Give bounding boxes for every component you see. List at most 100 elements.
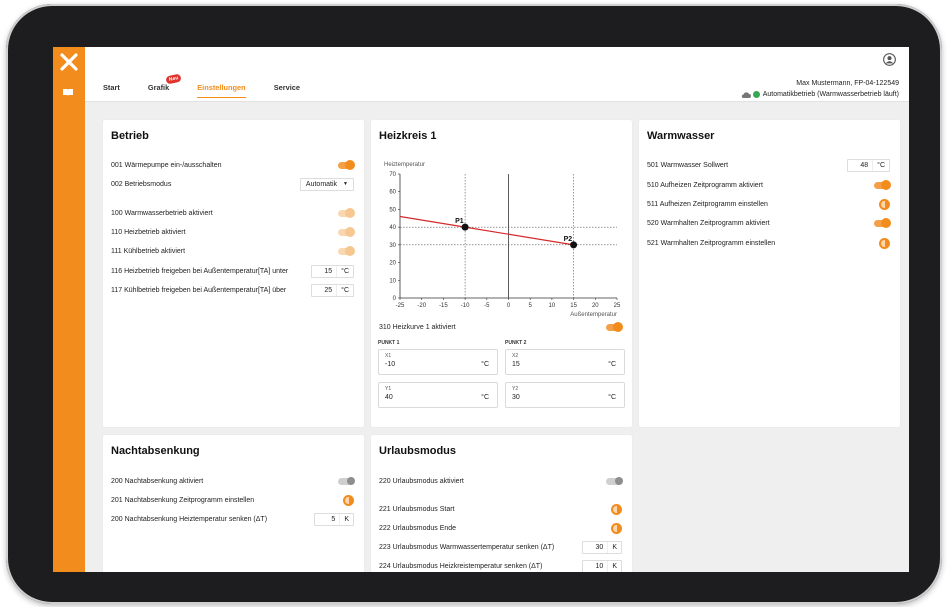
x-tick-label: -15 [439,303,448,309]
field-value: -10 [385,361,396,368]
card-heizkreis: Heizkreis 1 Heiztemperatur Außentemperatu… [371,120,632,427]
card-betrieb: Betrieb 001 Wärmepumpe ein-/ausschalten … [103,120,364,427]
tab-label: Grafik [147,83,170,92]
field-value: 15 [512,361,520,368]
setting-row: 222 Urlaubsmodus Ende [379,521,622,535]
setting-label: 200 Nachtabsenkung aktiviert [111,477,204,485]
top-bar: Start Grafik Neu Einstellungen Service Ma… [85,47,909,102]
setting-label: 002 Betriebsmodus [111,180,172,188]
tab-label: Start [103,83,120,92]
betriebsmodus-select[interactable]: Automatik ▼ [299,177,354,191]
setting-row: 200 Nachtabsenkung aktiviert [111,474,355,488]
setting-row: 110 Heizbetrieb aktiviert [111,225,355,239]
number-input[interactable]: 48 °C [847,158,890,172]
cloud-icon [741,91,751,98]
logo-x-icon[interactable] [60,53,78,71]
card-title: Betrieb [111,130,149,142]
y-tick-label: 30 [389,243,396,249]
book-icon[interactable] [62,88,74,97]
toggle-switch[interactable] [338,208,355,218]
schedule-icon[interactable] [879,237,890,249]
toggle-switch[interactable] [606,477,623,485]
setting-label: 111 Kühlbetrieb aktiviert [111,247,186,255]
number-input[interactable]: 5K [314,512,354,526]
select-value: Automatik [305,180,338,188]
schedule-icon[interactable] [343,494,354,506]
toggle-switch[interactable] [338,246,355,256]
setting-row: 002 Betriebsmodus Automatik ▼ [111,177,354,191]
field-unit: °C [481,394,489,401]
schedule-icon[interactable] [611,503,622,515]
y-tick-label: 0 [393,296,397,302]
setting-row: 221 Urlaubsmodus Start [379,502,622,516]
curve-point-label: P1 [455,218,464,225]
toggle-switch[interactable] [606,322,623,332]
card-title: Nachtabsenkung [111,445,200,457]
x-tick-label: -20 [417,303,426,309]
input-value: 10 [595,562,604,570]
card-nachtabsenkung: Nachtabsenkung 200 Nachtabsenkung aktivi… [103,435,364,572]
toggle-switch[interactable] [874,180,891,190]
input-unit: °C [336,284,353,296]
field-key: X1 [385,353,392,359]
punkt1-x-input[interactable]: X1 -10 °C [378,349,498,375]
tab-grafik[interactable]: Grafik Neu [147,73,182,98]
toggle-switch[interactable] [338,477,355,485]
tablet-frame: Start Grafik Neu Einstellungen Service Ma… [6,4,942,604]
punkt2-x-input[interactable]: X2 15 °C [505,349,625,375]
status-line: Automatikbetrieb (Warmwasserbetrieb läuf… [741,91,899,98]
setting-label: 222 Urlaubsmodus Ende [379,524,457,532]
schedule-icon[interactable] [879,198,890,210]
heizkurve-chart: HeiztemperaturAußentemperatur01020304050… [384,162,621,318]
input-unit: °C [872,159,889,171]
y-axis-label: Heiztemperatur [384,162,425,168]
user-avatar-icon[interactable] [883,53,896,66]
chevron-down-icon: ▼ [343,181,348,187]
new-badge: Neu [165,73,182,85]
number-input[interactable]: 15 °C [311,264,354,278]
punkt1-y-input[interactable]: Y1 40 °C [378,382,498,408]
number-input[interactable]: 30 K [582,540,622,554]
setting-label: 501 Warmwasser Sollwert [647,161,729,169]
setting-row: 100 Warmwasserbetrieb aktiviert [111,206,355,220]
schedule-icon[interactable] [611,522,622,534]
punkt2-y-input[interactable]: Y2 30 °C [505,382,625,408]
input-value: 25 [324,286,333,294]
card-title: Urlaubsmodus [379,445,457,457]
setting-label: 116 Heizbetrieb freigeben bei Außentempe… [111,267,289,275]
setting-label: 223 Urlaubsmodus Warmwassertemperatur se… [379,543,555,551]
input-unit: K [339,513,353,525]
setting-row: 116 Heizbetrieb freigeben bei Außentempe… [111,264,354,278]
setting-row: 200 Nachtabsenkung Heiztemperatur senken… [111,512,354,526]
setting-label: 001 Wärmepumpe ein-/ausschalten [111,161,222,169]
setting-label: 520 Warmhalten Zeitprogramm aktiviert [647,219,770,227]
toggle-switch[interactable] [338,160,355,170]
x-tick-label: -5 [484,303,490,309]
input-unit: K [607,541,621,553]
tab-start[interactable]: Start [103,83,120,98]
input-value: 48 [860,161,869,169]
tab-label: Service [273,83,300,92]
app-screen: Start Grafik Neu Einstellungen Service Ma… [53,47,909,572]
card-urlaubsmodus: Urlaubsmodus 220 Urlaubsmodus aktiviert … [371,435,632,572]
setting-label: 224 Urlaubsmodus Heizkreistemperatur sen… [379,562,543,570]
setting-label: 310 Heizkurve 1 aktiviert [379,323,456,331]
toggle-switch[interactable] [874,218,891,228]
x-tick-label: -10 [461,303,470,309]
heizkurve-line [399,215,574,246]
tab-service[interactable]: Service [274,83,300,98]
y-tick-label: 20 [389,261,396,267]
setting-row: 510 Aufheizen Zeitprogramm aktiviert [647,178,891,192]
setting-row: 223 Urlaubsmodus Warmwassertemperatur se… [379,540,622,554]
number-input[interactable]: 10 K [582,559,622,572]
tab-einstellungen[interactable]: Einstellungen [197,83,246,98]
user-info: Max Mustermann, FP-04-122549 [796,80,899,87]
toggle-switch[interactable] [338,227,355,237]
setting-row: 001 Wärmepumpe ein-/ausschalten [111,158,355,172]
card-title: Warmwasser [647,130,715,142]
field-unit: °C [608,394,616,401]
number-input[interactable]: 25 °C [311,283,354,297]
setting-label: 200 Nachtabsenkung Heiztemperatur senken… [111,515,268,523]
x-axis-label: Außentemperatur [570,312,617,318]
punkt1-title: PUNKT 1 [378,340,400,346]
